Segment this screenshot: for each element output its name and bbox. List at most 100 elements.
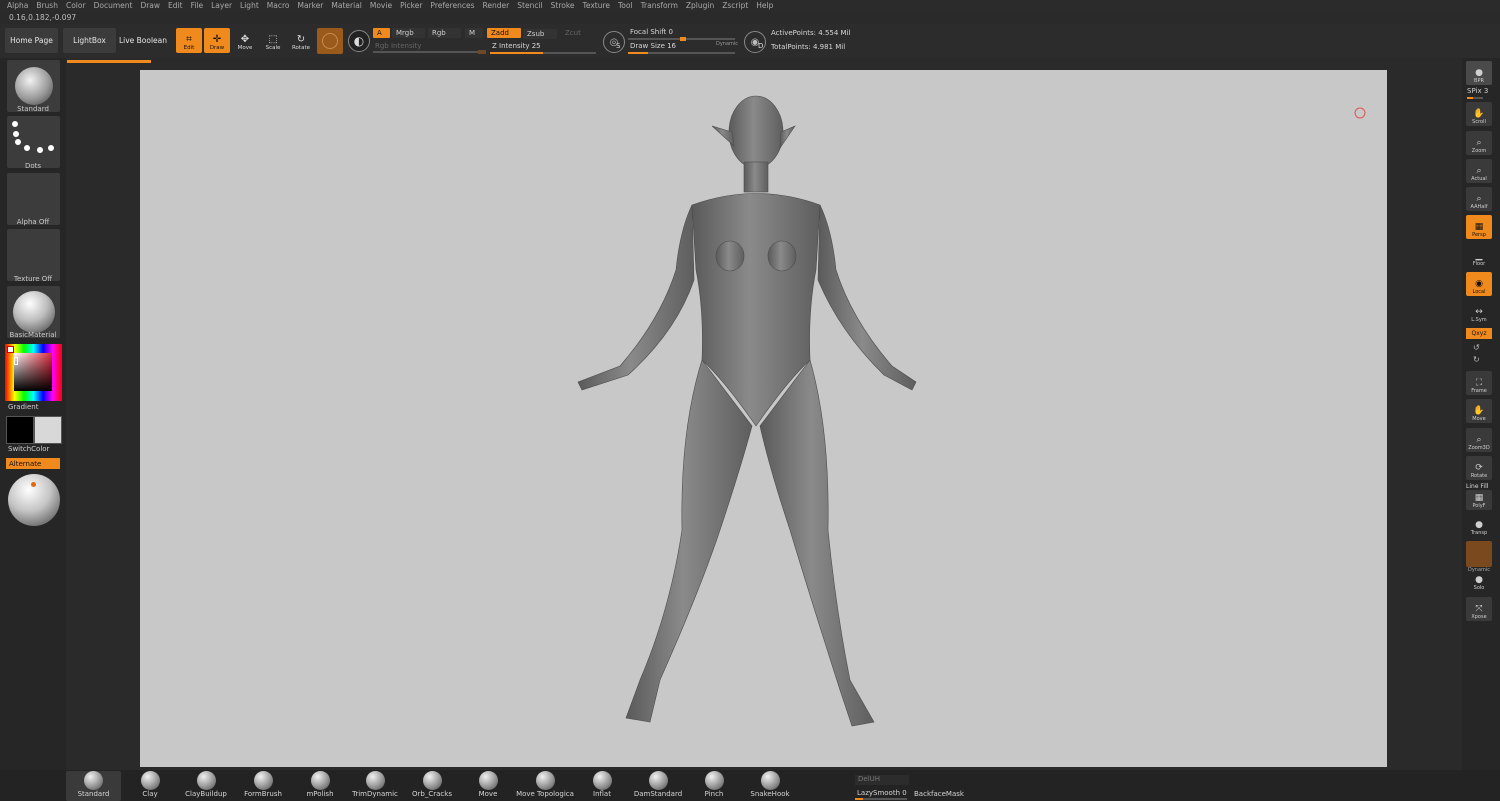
- brush-standard[interactable]: Standard: [66, 771, 121, 801]
- a-toggle[interactable]: A: [373, 28, 390, 38]
- menu-stencil[interactable]: Stencil: [513, 0, 546, 12]
- menu-preferences[interactable]: Preferences: [426, 0, 478, 12]
- rotate-button[interactable]: ↻ Rotate: [288, 28, 314, 53]
- zadd-button[interactable]: Zadd: [487, 28, 521, 38]
- menu-stroke[interactable]: Stroke: [547, 0, 579, 12]
- menu-zscript[interactable]: Zscript: [718, 0, 752, 12]
- spix-slider[interactable]: SPix 3: [1467, 87, 1488, 95]
- rotate-view-button[interactable]: ⟳ Rotate: [1466, 456, 1492, 480]
- move-button[interactable]: ✥ Move: [232, 28, 258, 53]
- brush-mpolish[interactable]: mPolish: [295, 771, 345, 801]
- frame-button[interactable]: ⛶ Frame: [1466, 371, 1492, 395]
- ghost-button[interactable]: [1466, 541, 1492, 567]
- edit-button[interactable]: ⌗ Edit: [176, 28, 202, 53]
- rotate-z-icon[interactable]: ↻: [1473, 355, 1480, 364]
- secondary-color-swatch[interactable]: [34, 416, 62, 444]
- rotate-y-icon[interactable]: ↺: [1473, 343, 1480, 352]
- focal-shift-icon[interactable]: ◎: [603, 31, 625, 53]
- menu-light[interactable]: Light: [236, 0, 263, 12]
- zcut-button[interactable]: Zcut: [561, 28, 595, 38]
- persp-button[interactable]: ▦ Persp: [1466, 215, 1492, 239]
- edit-icon: ⌗: [186, 34, 192, 45]
- rgb-intensity-slider[interactable]: [373, 51, 486, 53]
- bpr-button[interactable]: ● BPR: [1466, 61, 1492, 85]
- brush-inflat[interactable]: Inflat: [580, 771, 624, 801]
- brush-clay[interactable]: Clay: [125, 771, 175, 801]
- focal-shift-thumb[interactable]: [680, 37, 686, 41]
- delhidden-button[interactable]: DelUH: [855, 775, 909, 785]
- transp-button[interactable]: ● Transp: [1466, 513, 1492, 537]
- move-view-button[interactable]: ✋ Move: [1466, 399, 1492, 423]
- menu-layer[interactable]: Layer: [207, 0, 236, 12]
- menu-file[interactable]: File: [187, 0, 208, 12]
- zsub-button[interactable]: Zsub: [523, 29, 557, 39]
- brush-formbrush[interactable]: FormBrush: [238, 771, 288, 801]
- menu-marker[interactable]: Marker: [293, 0, 327, 12]
- menu-texture[interactable]: Texture: [579, 0, 614, 12]
- menu-movie[interactable]: Movie: [366, 0, 396, 12]
- lsym-button[interactable]: ↔ L.Sym: [1466, 300, 1492, 324]
- menu-help[interactable]: Help: [752, 0, 777, 12]
- sculpt-model[interactable]: [140, 70, 1387, 767]
- brush-move-topological[interactable]: Move Topologica: [515, 771, 575, 801]
- brush-pinch[interactable]: Pinch: [692, 771, 736, 801]
- brush-damstandard[interactable]: DamStandard: [632, 771, 684, 801]
- spix-track[interactable]: [1467, 97, 1483, 99]
- dynamic-toggle[interactable]: Dynamic: [716, 41, 738, 47]
- canvas-viewport[interactable]: [140, 70, 1387, 767]
- gradient-label: Gradient: [8, 403, 39, 411]
- main-color-swatch[interactable]: [6, 416, 34, 444]
- zoom3d-button[interactable]: ⌕ Zoom3D: [1466, 428, 1492, 452]
- dots-stroke-icon: [12, 121, 54, 153]
- switchcolor-button[interactable]: SwitchColor: [8, 445, 49, 453]
- mrgb-button[interactable]: Mrgb: [392, 28, 425, 38]
- m-button[interactable]: M: [465, 28, 483, 38]
- aahalf-button[interactable]: ⌕ AAHalf: [1466, 187, 1492, 211]
- zoom-button[interactable]: ⌕ Zoom: [1466, 131, 1492, 155]
- scale-button[interactable]: ⬚ Scale: [260, 28, 286, 53]
- menu-alpha[interactable]: Alpha: [3, 0, 32, 12]
- actual-button[interactable]: ⌕ Actual: [1466, 159, 1492, 183]
- texture-selector[interactable]: [7, 229, 60, 281]
- menu-tool[interactable]: Tool: [614, 0, 637, 12]
- cursor-target-icon: [1354, 107, 1366, 119]
- menu-material[interactable]: Material: [327, 0, 365, 12]
- menu-edit[interactable]: Edit: [164, 0, 187, 12]
- polyf-button[interactable]: ▦ PolyF: [1466, 490, 1492, 510]
- material-swatch-button[interactable]: [317, 28, 343, 54]
- menu-macro[interactable]: Macro: [263, 0, 294, 12]
- xpose-button[interactable]: ⤧ Xpose: [1466, 597, 1492, 621]
- menu-brush[interactable]: Brush: [32, 0, 62, 12]
- brush-snakehook[interactable]: SnakeHook: [744, 771, 796, 801]
- menu-draw[interactable]: Draw: [136, 0, 164, 12]
- brush-move[interactable]: Move: [464, 771, 512, 801]
- menu-picker[interactable]: Picker: [396, 0, 426, 12]
- scroll-button[interactable]: ✋ Scroll: [1466, 102, 1492, 126]
- color-picker-square[interactable]: [14, 353, 52, 391]
- local-button[interactable]: ◉ Local: [1466, 272, 1492, 296]
- live-boolean-button[interactable]: Live Boolean: [118, 28, 168, 53]
- brush-claybuildup[interactable]: ClayBuildup: [180, 771, 232, 801]
- lazysmooth-slider[interactable]: [855, 798, 907, 800]
- lightbox-button[interactable]: LightBox: [63, 28, 116, 53]
- color-picker[interactable]: [5, 344, 62, 401]
- mrgb-toggle-icon[interactable]: ◐: [348, 30, 370, 52]
- stroke-selector[interactable]: [7, 116, 60, 168]
- home-page-button[interactable]: Home Page: [5, 28, 58, 53]
- alternate-button[interactable]: Alternate: [6, 458, 60, 469]
- menu-render[interactable]: Render: [479, 0, 514, 12]
- menu-color[interactable]: Color: [62, 0, 90, 12]
- draw-button[interactable]: ✛ Draw: [204, 28, 230, 53]
- menu-transform[interactable]: Transform: [637, 0, 682, 12]
- menu-document[interactable]: Document: [90, 0, 137, 12]
- rgb-button[interactable]: Rgb: [428, 28, 461, 38]
- xyz-button[interactable]: Qxyz: [1466, 328, 1492, 339]
- menu-zplugin[interactable]: Zplugin: [682, 0, 718, 12]
- brush-orb-cracks[interactable]: Orb_Cracks: [408, 771, 456, 801]
- floor-button[interactable]: ▁ Floor: [1466, 244, 1492, 268]
- backfacemask-button[interactable]: BackfaceMask: [914, 790, 964, 798]
- scale-icon: ⬚: [268, 34, 278, 45]
- solo-button[interactable]: ● Solo: [1466, 572, 1492, 592]
- rgb-intensity-thumb[interactable]: [478, 50, 486, 54]
- brush-trimdynamic[interactable]: TrimDynamic: [349, 771, 401, 801]
